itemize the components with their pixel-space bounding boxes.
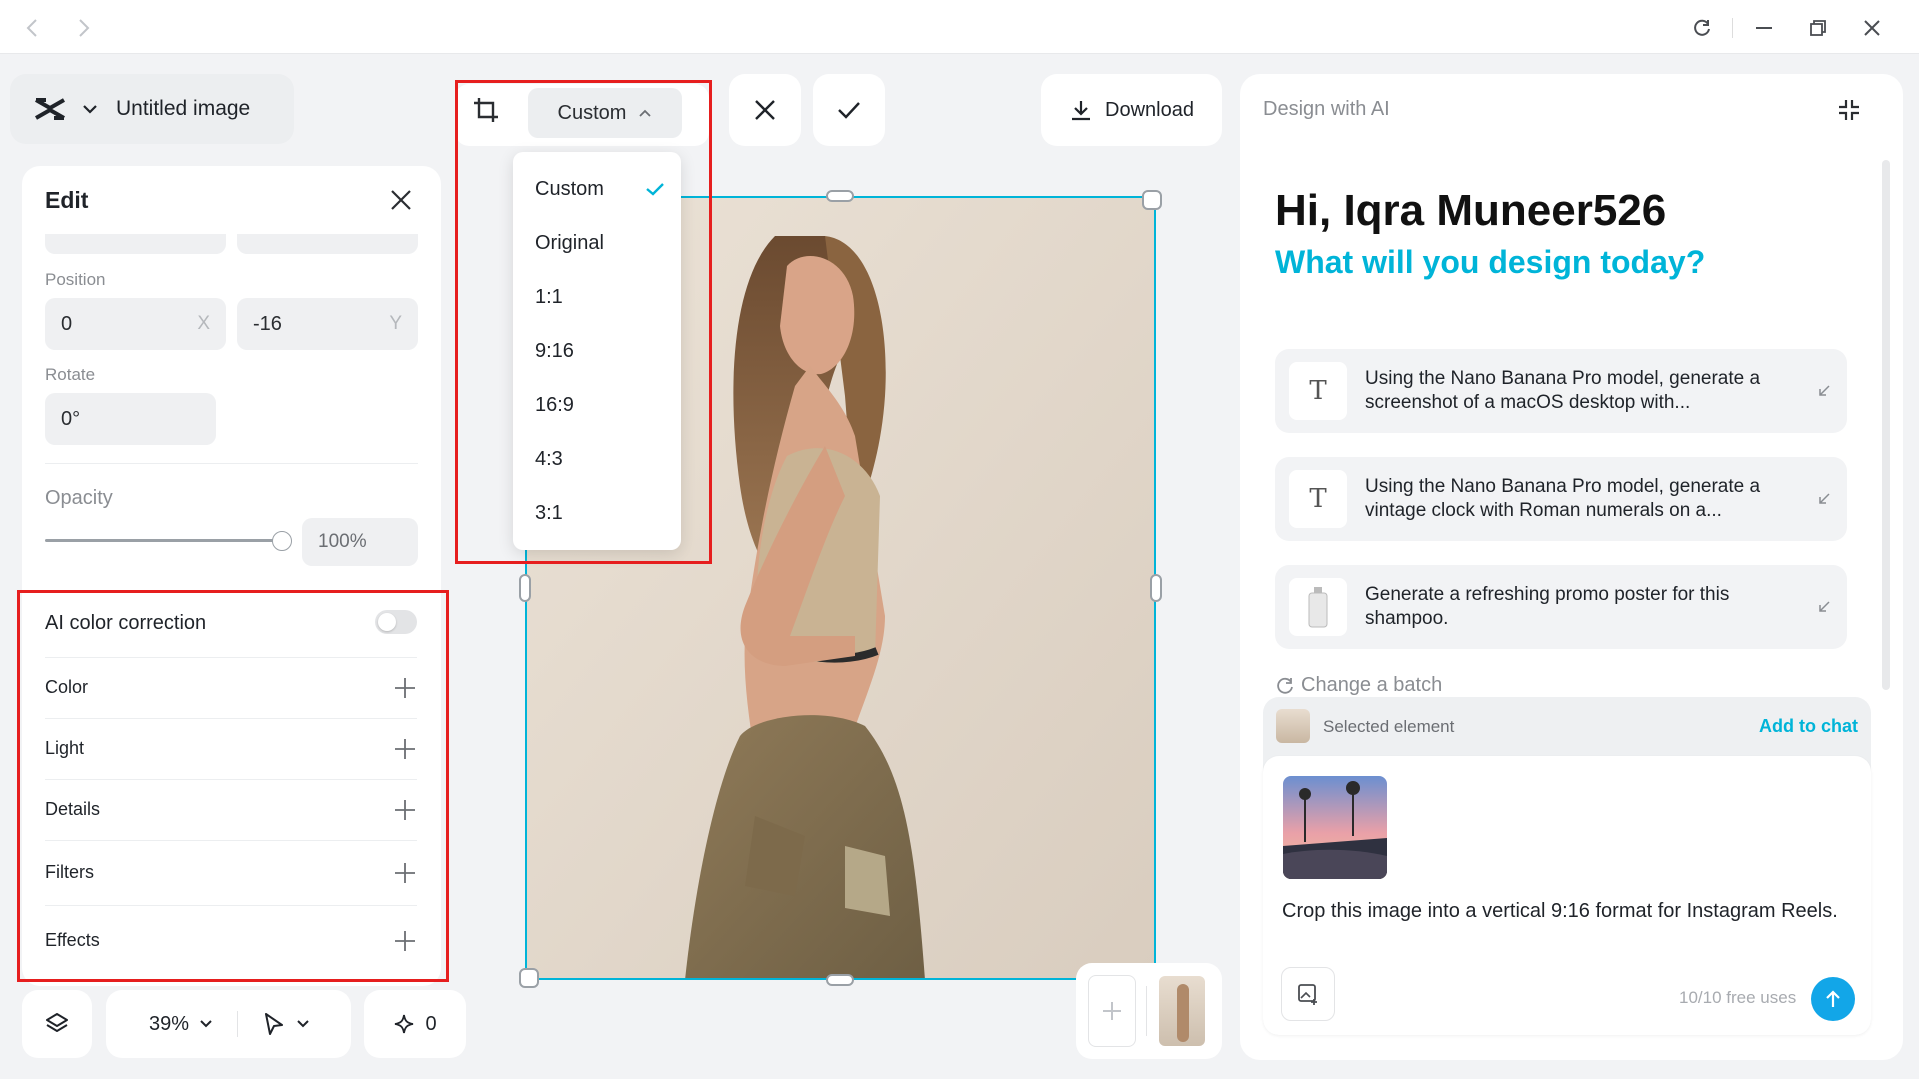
change-batch-label: Change a batch bbox=[1301, 674, 1443, 696]
position-label: Position bbox=[45, 270, 106, 289]
confirm-crop-button[interactable] bbox=[813, 74, 885, 146]
suggestion-text: Using the Nano Banana Pro model, generat… bbox=[1365, 476, 1761, 521]
credits-button[interactable]: 0 bbox=[364, 990, 466, 1058]
resize-handle-right[interactable] bbox=[1150, 574, 1162, 602]
opacity-value: 100% bbox=[318, 531, 367, 552]
chevron-down-icon[interactable] bbox=[199, 1019, 213, 1029]
capcut-logo-icon[interactable] bbox=[32, 94, 68, 124]
shampoo-bottle-icon bbox=[1289, 578, 1347, 636]
chevron-down-icon[interactable] bbox=[296, 1019, 310, 1029]
zoom-tools-card: 39% bbox=[106, 990, 351, 1058]
pointer-icon[interactable] bbox=[262, 1011, 286, 1037]
rotate-value: 0° bbox=[61, 407, 81, 430]
collapse-icon[interactable] bbox=[1836, 97, 1862, 123]
suggestion-card[interactable]: Generate a refreshing promo poster for t… bbox=[1275, 565, 1847, 649]
resize-handle-left[interactable] bbox=[519, 574, 531, 602]
position-y-field[interactable]: -16 Y bbox=[237, 298, 418, 350]
download-button[interactable]: Download bbox=[1041, 74, 1222, 146]
download-label: Download bbox=[1105, 98, 1194, 121]
add-page-button[interactable] bbox=[1088, 975, 1136, 1047]
document-title[interactable]: Untitled image bbox=[116, 97, 250, 121]
attached-image-thumbnail[interactable] bbox=[1283, 776, 1387, 879]
rotate-field[interactable]: 0° bbox=[45, 393, 216, 445]
position-y-value: -16 bbox=[253, 312, 282, 335]
text-icon: T bbox=[1289, 362, 1347, 420]
resize-handle-corner[interactable] bbox=[519, 968, 539, 988]
check-icon bbox=[838, 102, 860, 119]
plus-icon bbox=[1103, 1002, 1121, 1020]
divider bbox=[45, 463, 418, 464]
minimize-icon[interactable] bbox=[1748, 12, 1780, 44]
x-axis-label: X bbox=[197, 313, 210, 334]
chevron-down-icon[interactable] bbox=[82, 103, 98, 115]
edit-panel-title: Edit bbox=[45, 187, 89, 213]
document-title-card: Untitled image bbox=[10, 74, 294, 144]
suggestion-card[interactable]: T Using the Nano Banana Pro model, gener… bbox=[1275, 457, 1847, 541]
suggestion-text: Using the Nano Banana Pro model, generat… bbox=[1365, 368, 1761, 413]
prompt-text[interactable]: Crop this image into a vertical 9:16 for… bbox=[1282, 898, 1852, 925]
position-x-field[interactable]: 0 X bbox=[45, 298, 226, 350]
back-arrow-icon[interactable] bbox=[18, 14, 46, 42]
credits-count: 0 bbox=[425, 1012, 437, 1035]
layers-button[interactable] bbox=[22, 990, 92, 1058]
ai-panel-title: Design with AI bbox=[1263, 98, 1390, 120]
greeting: Hi, Iqra Muneer526 bbox=[1275, 186, 1667, 235]
free-uses-label: 10/10 free uses bbox=[1679, 988, 1797, 1007]
restore-icon[interactable] bbox=[1802, 12, 1834, 44]
close-icon[interactable] bbox=[389, 188, 413, 212]
resize-handle-corner[interactable] bbox=[1142, 190, 1162, 210]
refresh-icon[interactable] bbox=[1686, 12, 1718, 44]
y-axis-label: Y bbox=[389, 313, 402, 334]
opacity-slider-track[interactable] bbox=[45, 539, 283, 542]
upload-image-button[interactable] bbox=[1281, 967, 1335, 1021]
opacity-slider-thumb[interactable] bbox=[272, 531, 292, 551]
scrolled-field bbox=[237, 234, 418, 254]
scrolled-field bbox=[45, 234, 226, 254]
opacity-label: Opacity bbox=[45, 487, 113, 509]
cancel-crop-button[interactable] bbox=[729, 74, 801, 146]
zoom-level[interactable]: 39% bbox=[149, 1013, 189, 1036]
close-icon[interactable] bbox=[1856, 12, 1888, 44]
arrow-down-left-icon bbox=[1819, 493, 1830, 504]
greeting-subtitle: What will you design today? bbox=[1275, 244, 1706, 280]
refresh-icon bbox=[1277, 677, 1293, 694]
layers-icon bbox=[46, 1013, 68, 1032]
highlight-box-crop bbox=[455, 80, 712, 564]
text-icon: T bbox=[1289, 470, 1347, 528]
suggestion-text: Generate a refreshing promo poster for t… bbox=[1365, 584, 1730, 629]
download-icon bbox=[1072, 101, 1091, 121]
resize-handle-top[interactable] bbox=[826, 190, 854, 202]
arrow-down-left-icon bbox=[1819, 601, 1830, 612]
image-add-icon bbox=[1298, 984, 1317, 1005]
position-x-value: 0 bbox=[61, 312, 73, 335]
sparkle-icon bbox=[395, 1014, 414, 1034]
selected-element-label: Selected element bbox=[1323, 717, 1455, 736]
resize-handle-bottom[interactable] bbox=[826, 974, 854, 986]
forward-arrow-icon[interactable] bbox=[70, 14, 98, 42]
rotate-label: Rotate bbox=[45, 365, 96, 384]
arrow-up-icon bbox=[1826, 990, 1840, 1007]
arrow-down-left-icon bbox=[1819, 385, 1830, 396]
highlight-box-adjustments bbox=[17, 590, 449, 982]
titlebar-divider bbox=[1732, 18, 1733, 38]
page-thumbnails bbox=[1076, 963, 1222, 1059]
suggestion-card[interactable]: T Using the Nano Banana Pro model, gener… bbox=[1275, 349, 1847, 433]
selected-element-thumbnail bbox=[1276, 709, 1310, 743]
send-button[interactable] bbox=[1811, 977, 1855, 1021]
ai-panel-scrollbar[interactable] bbox=[1882, 160, 1890, 690]
window-titlebar bbox=[0, 0, 1919, 54]
close-icon bbox=[755, 100, 775, 120]
page-thumbnail-1[interactable] bbox=[1159, 976, 1205, 1046]
opacity-value-field[interactable]: 100% bbox=[302, 518, 418, 566]
change-batch-button[interactable]: Change a batch bbox=[1275, 674, 1442, 697]
add-to-chat-button[interactable]: Add to chat bbox=[1759, 716, 1858, 737]
